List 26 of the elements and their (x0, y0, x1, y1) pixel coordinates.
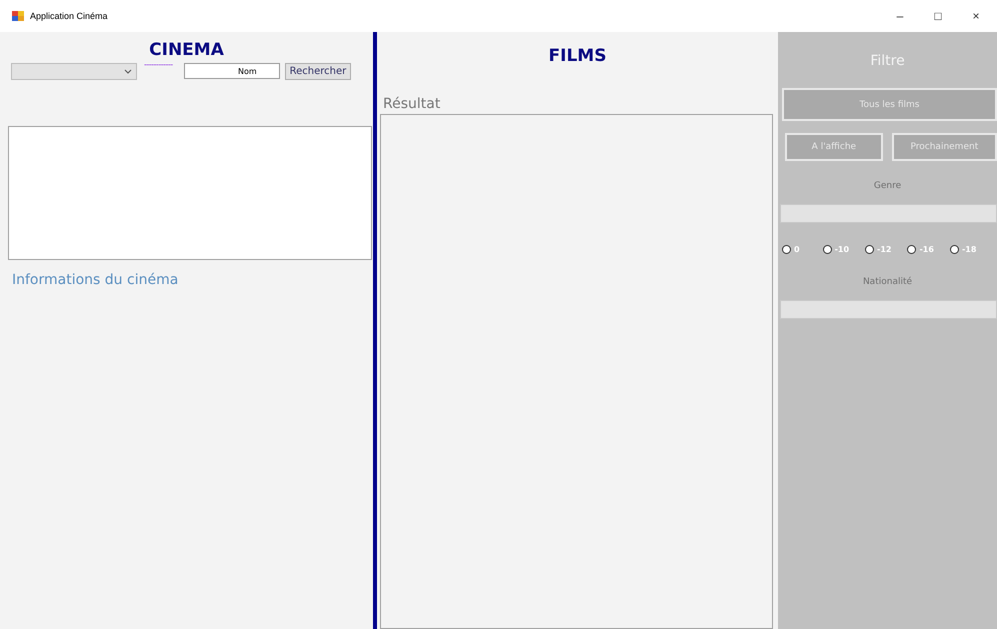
nationality-label: Nationalité (862, 277, 912, 287)
cinema-info-label: Informations du cinéma (12, 272, 178, 288)
result-label: Résultat (383, 96, 440, 112)
window-control[interactable]: – (883, 9, 917, 23)
rating-label: -12 (877, 245, 892, 254)
rating-label: 0 (794, 245, 800, 254)
rating-label: -18 (962, 245, 976, 254)
radio-button[interactable] (950, 245, 959, 254)
cinema-list[interactable] (8, 126, 372, 260)
search-button[interactable]: Rechercher (284, 63, 352, 80)
cinema-heading: CINEMA (149, 40, 224, 60)
genre-label: Genre (874, 181, 902, 191)
app-icon (12, 11, 24, 21)
window-control[interactable]: □ (921, 9, 955, 23)
caret-icon (124, 69, 132, 74)
rating-label: -16 (919, 245, 934, 254)
films-heading: FILMS (548, 46, 606, 66)
radio-button[interactable] (782, 245, 791, 254)
name-input-field[interactable]: Nom (184, 63, 280, 79)
window-control[interactable]: × (959, 9, 993, 23)
window-title: Application Cinéma (30, 11, 109, 21)
dashed-label: ------------ (144, 60, 173, 69)
rating-label: -10 (834, 245, 850, 254)
radio-button[interactable] (907, 245, 916, 254)
radio-button[interactable] (822, 245, 832, 254)
radio-button[interactable] (865, 245, 874, 254)
